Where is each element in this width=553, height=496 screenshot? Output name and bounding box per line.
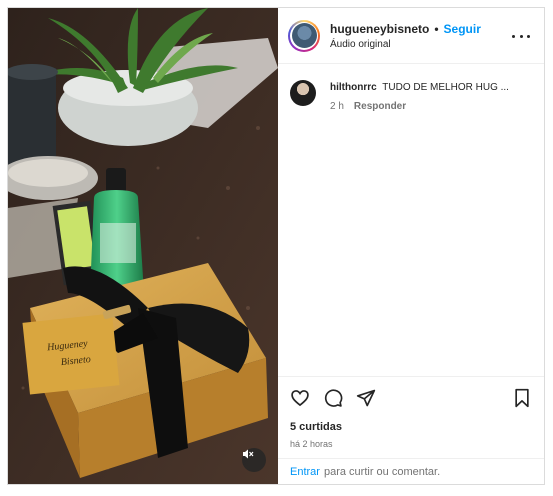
comment-text: TUDO DE MELHOR HUG ... xyxy=(382,82,509,93)
comment-time: 2 h xyxy=(330,101,344,112)
author-username[interactable]: hugueneybisneto xyxy=(330,22,429,36)
post-media[interactable]: Hugueney Bisneto xyxy=(8,8,278,484)
login-link[interactable]: Entrar xyxy=(290,466,320,478)
login-bar: Entrar para curtir ou comentar. xyxy=(278,458,544,484)
comments-list: hilthonrrc TUDO DE MELHOR HUG ... 2 h Re… xyxy=(278,64,544,376)
post-side-panel: hugueneybisneto • Seguir Áudio original … xyxy=(278,8,544,484)
login-prompt-text: para curtir ou comentar. xyxy=(323,465,441,478)
commenter-avatar[interactable] xyxy=(290,80,316,106)
reply-button[interactable]: Responder xyxy=(354,101,406,112)
instagram-post: Hugueney Bisneto hugueneybisneto • Segui xyxy=(7,7,545,485)
post-photo: Hugueney Bisneto xyxy=(8,8,278,484)
follow-button[interactable]: Seguir xyxy=(444,22,481,36)
post-actions: 5 curtidas há 2 horas xyxy=(278,376,544,458)
more-options-icon[interactable] xyxy=(512,28,530,44)
heart-icon[interactable] xyxy=(290,388,310,408)
bookmark-icon[interactable] xyxy=(512,388,532,408)
post-header: hugueneybisneto • Seguir Áudio original xyxy=(278,8,544,64)
comment-icon[interactable] xyxy=(323,388,343,408)
comment-item: hilthonrrc TUDO DE MELHOR HUG ... 2 h Re… xyxy=(290,80,544,112)
audio-label[interactable]: Áudio original xyxy=(330,39,481,50)
commenter-username[interactable]: hilthonrrc xyxy=(330,82,377,93)
likes-count[interactable]: 5 curtidas xyxy=(290,421,532,433)
separator-dot: • xyxy=(434,21,439,36)
share-icon[interactable] xyxy=(356,388,376,408)
mute-button[interactable] xyxy=(242,448,266,472)
author-avatar[interactable] xyxy=(288,19,320,52)
mute-icon xyxy=(243,449,254,459)
post-time: há 2 horas xyxy=(290,439,333,449)
